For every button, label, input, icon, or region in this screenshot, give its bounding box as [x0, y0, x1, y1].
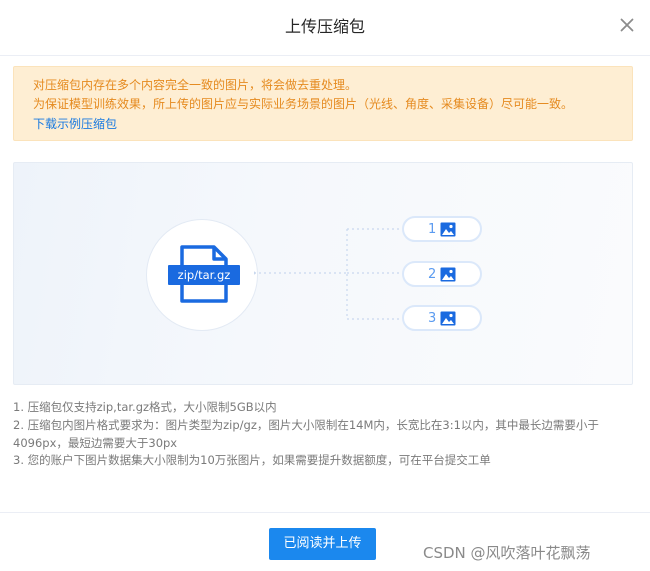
notice-quality-text: 为保证模型训练效果，所上传的图片应与实际业务场景的图片（光线、角度、采集设备）尽…: [33, 97, 574, 111]
read-and-upload-button[interactable]: 已阅读并上传: [269, 528, 376, 560]
connector-lines: [254, 228, 402, 320]
notice-banner: 对压缩包内存在多个内容完全一致的图片，将会做去重处理。 为保证模型训练效果，所上…: [13, 66, 633, 141]
requirement-quota: 3. 您的账户下图片数据集大小限制为10万张图片，如果需要提升数据额度，可在平台…: [13, 453, 491, 467]
upload-dialog: 上传压缩包 对压缩包内存在多个内容完全一致的图片，将会做去重处理。 为保证模型训…: [0, 0, 650, 571]
image-icon: [440, 222, 456, 237]
requirement-format: 1. 压缩包仅支持zip,tar.gz格式，大小限制5GB以内: [13, 400, 277, 414]
image-icon: [440, 311, 456, 326]
dialog-title: 上传压缩包: [284, 17, 365, 36]
image-item-number: 2: [428, 267, 437, 282]
notice-dedup-text: 对压缩包内存在多个内容完全一致的图片，将会做去重处理。: [33, 78, 358, 92]
close-icon[interactable]: [617, 15, 637, 35]
image-item-number: 1: [428, 222, 437, 237]
dialog-footer: 已阅读并上传 CSDN @风吹落叶花飘荡: [0, 512, 650, 571]
image-item-3: 3: [402, 305, 482, 331]
image-item-2: 2: [402, 261, 482, 287]
file-format-label: zip/tar.gz: [168, 265, 240, 285]
image-item-number: 3: [428, 311, 437, 326]
download-sample-link[interactable]: 下载示例压缩包: [33, 115, 117, 133]
requirement-image-spec: 2. 压缩包内图片格式要求为：图片类型为zip/gz，图片大小限制在14M内，长…: [13, 418, 599, 450]
image-item-1: 1: [402, 216, 482, 242]
image-icon: [440, 267, 456, 282]
dialog-header: 上传压缩包: [0, 0, 650, 56]
csdn-watermark: CSDN @风吹落叶花飘荡: [423, 544, 591, 562]
illustration-panel: zip/tar.gz 1 2 3: [13, 162, 633, 385]
